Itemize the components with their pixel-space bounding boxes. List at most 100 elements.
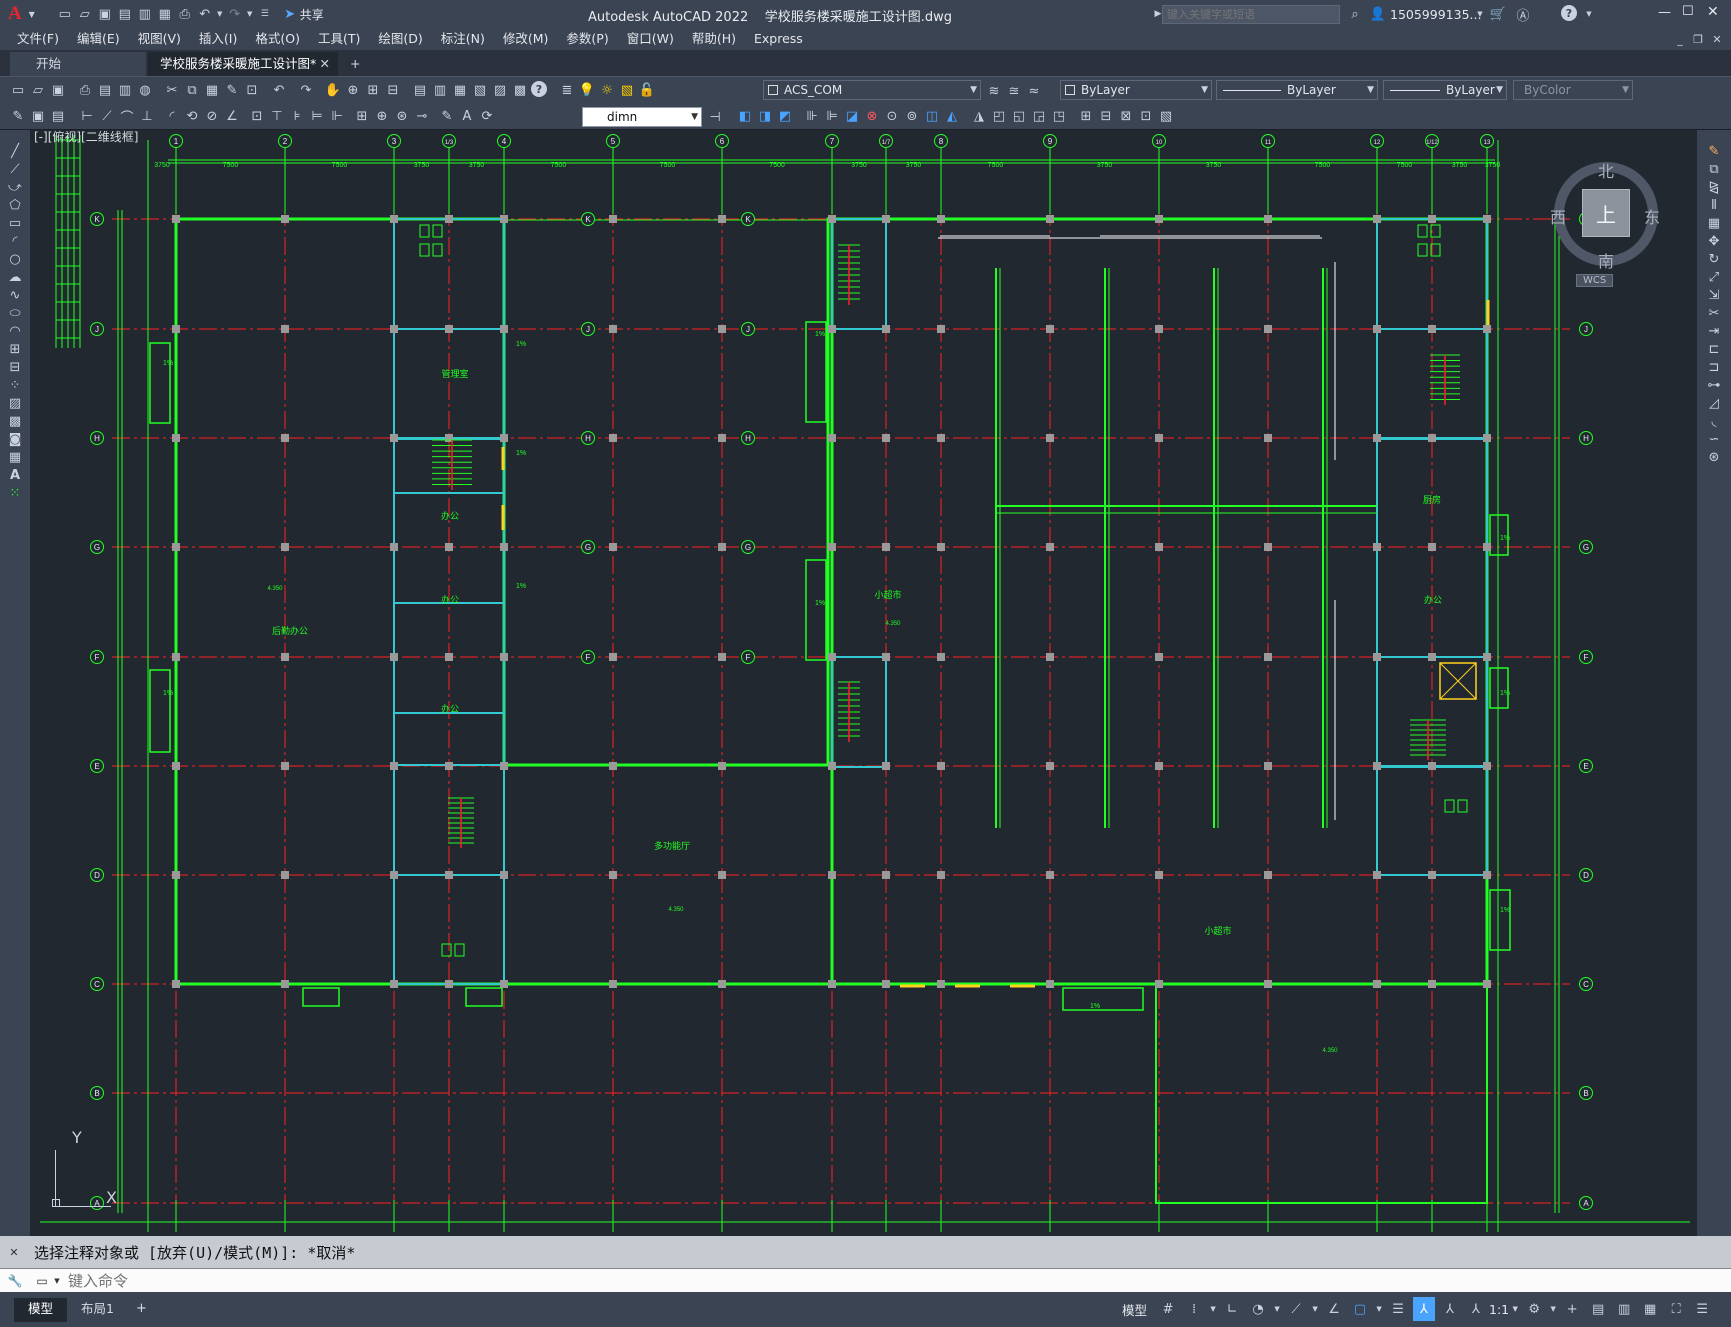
tool-n-icon[interactable]: ◱ bbox=[1010, 107, 1028, 125]
search-input[interactable] bbox=[1162, 5, 1340, 24]
workspace-gear-icon[interactable]: ⚙ bbox=[1523, 1297, 1545, 1321]
grid-icon[interactable]: # bbox=[1157, 1297, 1179, 1321]
linetype-dropdown[interactable]: ByLayer ▼ bbox=[1216, 80, 1378, 100]
command-input[interactable] bbox=[68, 1270, 1688, 1291]
customization-icon[interactable]: ☰ bbox=[1691, 1297, 1713, 1321]
menu-draw[interactable]: 绘图(D) bbox=[369, 28, 431, 50]
isodraft-arrow-icon[interactable]: ▼ bbox=[1311, 1297, 1319, 1321]
match-prop-icon[interactable]: ✎ bbox=[223, 81, 241, 99]
offset-icon[interactable]: ⫴ bbox=[1705, 196, 1723, 214]
command-close-icon[interactable]: ✕ bbox=[5, 1243, 23, 1261]
zoom-window-icon[interactable]: ⊞ bbox=[364, 81, 382, 99]
layout-tab-1[interactable]: 布局1 bbox=[67, 1298, 128, 1322]
scale-arrow-icon[interactable]: ▼ bbox=[1511, 1297, 1519, 1321]
tool-b-icon[interactable]: ◨ bbox=[756, 107, 774, 125]
viewport-controls[interactable]: [-][俯视][二维线框] bbox=[34, 130, 138, 145]
tab-drawing[interactable]: 学校服务楼采暖施工设计图* ✕ bbox=[148, 52, 338, 76]
jogged-dim-icon[interactable]: ⟲ bbox=[183, 107, 201, 125]
layer-previous-icon[interactable]: ≊ bbox=[1005, 82, 1023, 100]
tab-start[interactable]: 开始 bbox=[10, 52, 146, 76]
center-mark-icon[interactable]: ⊕ bbox=[373, 107, 391, 125]
tool-u-icon[interactable]: ▧ bbox=[1157, 107, 1175, 125]
zoom-realtime-icon[interactable]: ⊕ bbox=[344, 81, 362, 99]
command-customize-icon[interactable]: 🔧 bbox=[6, 1272, 24, 1290]
markup-icon[interactable]: ▨ bbox=[491, 81, 509, 99]
units-icon[interactable]: ▤ bbox=[1587, 1297, 1609, 1321]
compass-west[interactable]: 西 bbox=[1550, 204, 1566, 228]
ellipse-arc-icon[interactable]: ◠ bbox=[6, 322, 24, 340]
model-space-button[interactable]: 模型 bbox=[1122, 1300, 1147, 1319]
polar-arrow-icon[interactable]: ▼ bbox=[1273, 1297, 1281, 1321]
annotation-visibility-icon[interactable]: ⅄ bbox=[1413, 1297, 1436, 1321]
polar-icon[interactable]: ◔ bbox=[1247, 1297, 1269, 1321]
quick-select-icon[interactable]: ▣ bbox=[29, 107, 47, 125]
ordinate-dim-icon[interactable]: ⊥ bbox=[138, 107, 156, 125]
menu-tools[interactable]: 工具(T) bbox=[309, 28, 369, 50]
maximize-button[interactable]: ☐ bbox=[1682, 4, 1694, 19]
share-button[interactable]: 共享 bbox=[300, 6, 324, 23]
design-center-icon[interactable]: ▥ bbox=[431, 81, 449, 99]
erase-tool-icon[interactable]: ▤ bbox=[49, 107, 67, 125]
undo-icon[interactable]: ↶ bbox=[196, 5, 214, 23]
preview-icon[interactable]: ▤ bbox=[96, 81, 114, 99]
dim-style-manager-icon[interactable]: ⊣ bbox=[706, 108, 724, 126]
save-icon[interactable]: ▣ bbox=[96, 5, 114, 23]
osnap-icon[interactable]: ▢ bbox=[1349, 1297, 1371, 1321]
menu-file[interactable]: 文件(F) bbox=[8, 28, 68, 50]
layout-tab-model[interactable]: 模型 bbox=[14, 1297, 68, 1322]
jogged-linear-icon[interactable]: ⊸ bbox=[413, 107, 431, 125]
hatch-icon[interactable]: ▨ bbox=[6, 394, 24, 412]
osnap-arrow-icon[interactable]: ▼ bbox=[1375, 1297, 1383, 1321]
tolerance-icon[interactable]: ⊞ bbox=[353, 107, 371, 125]
tool-m-icon[interactable]: ◰ bbox=[990, 107, 1008, 125]
3d-print-icon[interactable]: ◍ bbox=[136, 81, 154, 99]
tab-close-icon[interactable]: ✕ bbox=[320, 52, 330, 76]
menu-window[interactable]: 窗口(W) bbox=[618, 28, 683, 50]
fullscreen-icon[interactable]: ⛶ bbox=[1665, 1297, 1687, 1321]
doc-restore-icon[interactable]: ❐ bbox=[1689, 30, 1707, 48]
menu-parametric[interactable]: 参数(P) bbox=[557, 28, 617, 50]
tool-t-icon[interactable]: ⊡ bbox=[1137, 107, 1155, 125]
mtext-icon[interactable]: A bbox=[6, 466, 24, 484]
undo-toolbar-icon[interactable]: ↶ bbox=[270, 81, 288, 99]
add-scale-icon[interactable]: + bbox=[1561, 1297, 1583, 1321]
continue-dim-icon[interactable]: ⊧ bbox=[288, 107, 306, 125]
diameter-dim-icon[interactable]: ⊘ bbox=[203, 107, 221, 125]
insert-block-icon[interactable]: ⊞ bbox=[6, 340, 24, 358]
save-as-icon[interactable]: ▤ bbox=[116, 5, 134, 23]
matchprop-icon[interactable]: ✎ bbox=[9, 107, 27, 125]
layer-vp-icon[interactable]: ▧ bbox=[618, 81, 636, 99]
new-file-icon[interactable]: ▭ bbox=[56, 5, 74, 23]
command-recent-icon[interactable]: ▭ bbox=[33, 1272, 51, 1290]
trim-icon[interactable]: ✂ bbox=[1705, 304, 1723, 322]
help-icon[interactable]: ? bbox=[1561, 5, 1577, 21]
baseline-dim-icon[interactable]: ⊤ bbox=[268, 107, 286, 125]
print-icon[interactable]: ⎙ bbox=[76, 81, 94, 99]
cart-icon[interactable]: 🛒 bbox=[1489, 5, 1507, 23]
open-web-icon[interactable]: ▥ bbox=[136, 5, 154, 23]
drawing-viewport[interactable]: [-][俯视][二维线框] 3750 7500 7500 3750 3750 7500 75… bbox=[30, 130, 1697, 1236]
layer-properties-icon[interactable]: ≣ bbox=[558, 81, 576, 99]
properties-icon[interactable]: ▤ bbox=[411, 81, 429, 99]
erase-icon[interactable]: ✎ bbox=[1705, 142, 1723, 160]
polyline-icon[interactable]: ⤻ bbox=[6, 178, 24, 196]
close-button[interactable]: ✕ bbox=[1707, 4, 1719, 20]
tool-o-icon[interactable]: ◲ bbox=[1030, 107, 1048, 125]
annotation-autoscale-icon[interactable]: ⅄ bbox=[1439, 1297, 1461, 1321]
array-icon[interactable]: ▦ bbox=[1705, 214, 1723, 232]
tool-j-icon[interactable]: ◫ bbox=[923, 107, 941, 125]
command-recent-arrow-icon[interactable]: ▼ bbox=[53, 1272, 61, 1290]
paste-icon[interactable]: ▦ bbox=[203, 81, 221, 99]
compass-east[interactable]: 东 bbox=[1644, 204, 1660, 228]
layer-on-icon[interactable]: 💡 bbox=[578, 81, 596, 99]
make-current-layer-icon[interactable]: ≋ bbox=[985, 82, 1003, 100]
revcloud-icon[interactable]: ☁ bbox=[6, 268, 24, 286]
menu-insert[interactable]: 插入(I) bbox=[190, 28, 246, 50]
share-icon[interactable]: ➤ bbox=[281, 5, 299, 23]
otrack-icon[interactable]: ∠ bbox=[1323, 1297, 1345, 1321]
user-name[interactable]: 1505999135... bbox=[1390, 7, 1481, 22]
redo-toolbar-icon[interactable]: ↷ bbox=[297, 81, 315, 99]
blend-icon[interactable]: ∽ bbox=[1705, 430, 1723, 448]
tab-add-button[interactable]: + bbox=[340, 52, 370, 76]
app-menu-arrow-icon[interactable]: ▼ bbox=[23, 5, 41, 23]
